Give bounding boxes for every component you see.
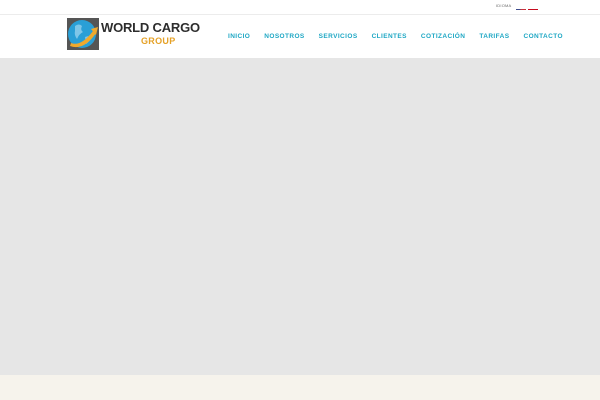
nav-item-tarifas[interactable]: TARIFAS: [472, 33, 516, 40]
footer-strip: [0, 375, 600, 400]
spain-flag-icon[interactable]: [528, 3, 538, 10]
nav-item-clientes[interactable]: CLIENTES: [365, 33, 414, 40]
site-header: WORLD CARGO GROUP INICIO NOSOTROS SERVIC…: [0, 15, 600, 59]
nav-item-contacto[interactable]: CONTACTO: [516, 33, 569, 40]
nav-item-inicio[interactable]: INICIO: [221, 33, 257, 40]
language-label: IDIOMA: [496, 3, 512, 8]
logo-subtitle: GROUP: [141, 36, 176, 46]
logo-title: WORLD CARGO: [101, 20, 200, 35]
main-nav: INICIO NOSOTROS SERVICIOS CLIENTES COTIZ…: [221, 15, 570, 58]
nav-item-servicios[interactable]: SERVICIOS: [312, 33, 365, 40]
nav-item-cotizacion[interactable]: COTIZACIÓN: [414, 33, 472, 40]
world-cargo-logo[interactable]: WORLD CARGO GROUP: [67, 17, 200, 53]
top-bar: IDIOMA: [0, 0, 600, 15]
hero-banner-placeholder: [0, 59, 600, 375]
nav-item-nosotros[interactable]: NOSOTROS: [257, 33, 311, 40]
globe-logo-icon: [67, 18, 99, 50]
us-flag-icon[interactable]: [516, 3, 526, 10]
